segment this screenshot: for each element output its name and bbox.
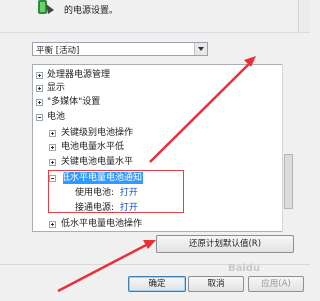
annotation-arrows bbox=[57, 56, 256, 293]
arrow-to-restore bbox=[57, 240, 156, 293]
arrow-up-right bbox=[149, 56, 256, 163]
